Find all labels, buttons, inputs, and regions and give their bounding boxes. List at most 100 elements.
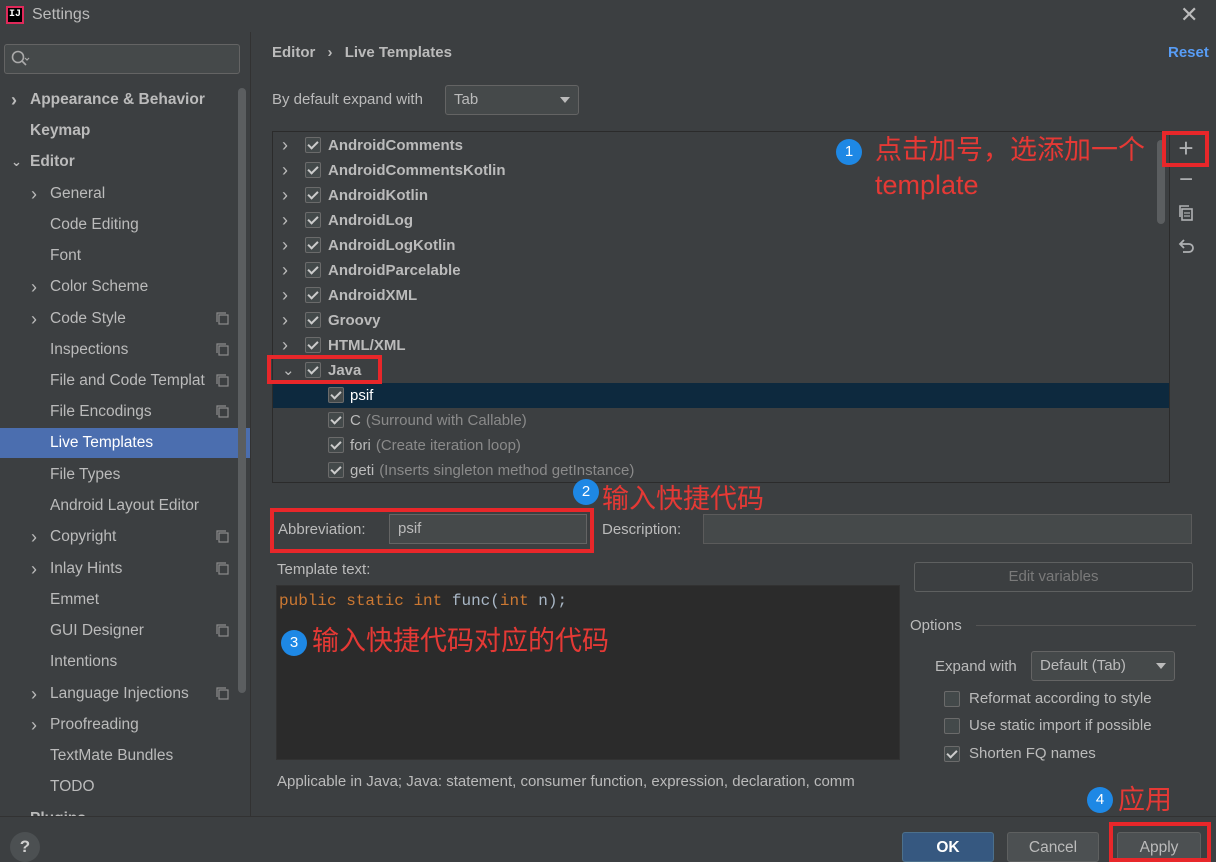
sidebar-item[interactable]: Plugins bbox=[0, 804, 236, 816]
sidebar-item-label: Proofreading bbox=[50, 716, 139, 733]
sidebar-item[interactable]: Intentions bbox=[0, 647, 236, 677]
sidebar-item[interactable]: ⌄ Editor bbox=[0, 147, 236, 177]
template-checkbox[interactable] bbox=[305, 137, 321, 153]
template-group-row[interactable]: › AndroidXML bbox=[273, 283, 1169, 308]
chevron-right-icon[interactable]: › bbox=[282, 233, 288, 258]
template-label: AndroidXML bbox=[328, 283, 417, 308]
chevron-down-icon[interactable]: ⌄ bbox=[11, 147, 22, 177]
sidebar-item[interactable]: TODO bbox=[0, 772, 236, 802]
template-checkbox[interactable] bbox=[305, 262, 321, 278]
annotation-text: template bbox=[875, 170, 979, 200]
edit-variables-button[interactable]: Edit variables bbox=[914, 562, 1193, 592]
sidebar-item-label: Copyright bbox=[50, 528, 117, 545]
chevron-right-icon[interactable]: › bbox=[282, 308, 288, 333]
template-checkbox[interactable] bbox=[305, 237, 321, 253]
breadcrumb-editor[interactable]: Editor bbox=[272, 44, 315, 61]
chevron-right-icon[interactable]: › bbox=[282, 158, 288, 183]
sidebar-item[interactable]: › Code Style bbox=[0, 304, 236, 334]
chevron-right-icon[interactable]: › bbox=[282, 208, 288, 233]
sidebar-item[interactable]: File Types bbox=[0, 460, 236, 490]
template-group-row[interactable]: › AndroidLogKotlin bbox=[273, 233, 1169, 258]
sidebar-scrollbar[interactable] bbox=[238, 88, 246, 693]
sidebar-item[interactable]: › General bbox=[0, 179, 236, 209]
template-text-editor[interactable]: public static int func(int n); bbox=[276, 585, 900, 760]
template-checkbox[interactable] bbox=[328, 437, 344, 453]
template-checkbox[interactable] bbox=[328, 462, 344, 478]
template-row[interactable]: geti (Inserts singleton method getInstanc… bbox=[273, 458, 1169, 482]
template-checkbox[interactable] bbox=[305, 312, 321, 328]
sidebar-item[interactable]: › Appearance & Behavior bbox=[0, 85, 236, 115]
template-checkbox[interactable] bbox=[305, 187, 321, 203]
chevron-right-icon[interactable]: › bbox=[31, 679, 37, 709]
sidebar-item[interactable]: › Proofreading bbox=[0, 710, 236, 740]
chevron-right-icon[interactable]: › bbox=[282, 258, 288, 283]
annotation-number: 1 bbox=[836, 139, 862, 165]
sidebar-item[interactable]: Code Editing bbox=[0, 210, 236, 240]
sidebar-item[interactable]: Live Templates bbox=[0, 428, 250, 458]
chevron-right-icon[interactable]: › bbox=[31, 304, 37, 334]
template-group-row[interactable]: ⌄ Java bbox=[273, 358, 1169, 383]
remove-template-button[interactable]: − bbox=[1171, 167, 1201, 195]
chevron-right-icon[interactable]: › bbox=[11, 85, 17, 115]
template-tree[interactable]: › AndroidComments › AndroidCommentsKotlin › A… bbox=[272, 131, 1170, 483]
expand-default-select[interactable]: Tab bbox=[445, 85, 579, 115]
template-group-row[interactable]: › AndroidLog bbox=[273, 208, 1169, 233]
template-group-row[interactable]: › HTML/XML bbox=[273, 333, 1169, 358]
chevron-right-icon[interactable]: › bbox=[31, 554, 37, 584]
project-scope-icon bbox=[216, 562, 229, 575]
description-input[interactable] bbox=[703, 514, 1192, 544]
sidebar-item[interactable]: File and Code Templat bbox=[0, 366, 236, 396]
sidebar-item[interactable]: › Language Injections bbox=[0, 679, 236, 709]
sidebar-item[interactable]: › Copyright bbox=[0, 522, 236, 552]
restore-template-button[interactable] bbox=[1171, 231, 1201, 259]
chevron-right-icon[interactable]: › bbox=[282, 133, 288, 158]
sidebar-item[interactable]: Emmet bbox=[0, 585, 236, 615]
chevron-right-icon[interactable]: › bbox=[31, 272, 37, 302]
template-checkbox[interactable] bbox=[305, 287, 321, 303]
template-label: fori (Create iteration loop) bbox=[350, 433, 521, 458]
applicable-contexts[interactable]: Applicable in Java; Java: statement, con… bbox=[277, 773, 903, 790]
template-checkbox[interactable] bbox=[328, 412, 344, 428]
template-group-row[interactable]: › AndroidParcelable bbox=[273, 258, 1169, 283]
cancel-button[interactable]: Cancel bbox=[1007, 832, 1099, 862]
template-checkbox[interactable] bbox=[305, 212, 321, 228]
static-import-checkbox[interactable] bbox=[944, 718, 960, 734]
template-row[interactable]: fori (Create iteration loop) bbox=[273, 433, 1169, 458]
template-checkbox[interactable] bbox=[328, 387, 344, 403]
template-row[interactable]: psif bbox=[273, 383, 1169, 408]
sidebar-item-label: Emmet bbox=[50, 591, 100, 608]
template-checkbox[interactable] bbox=[305, 337, 321, 353]
expand-with-select[interactable]: Default (Tab) bbox=[1031, 651, 1175, 681]
chevron-right-icon[interactable]: › bbox=[31, 179, 37, 209]
copy-template-button[interactable] bbox=[1171, 199, 1201, 227]
annotation-box-abbreviation bbox=[270, 508, 594, 553]
sidebar-item[interactable]: Keymap bbox=[0, 116, 236, 146]
template-group-row[interactable]: › AndroidKotlin bbox=[273, 183, 1169, 208]
template-name: psif bbox=[350, 387, 374, 404]
sidebar-item[interactable]: Font bbox=[0, 241, 236, 271]
sidebar-item[interactable]: › Color Scheme bbox=[0, 272, 236, 302]
template-checkbox[interactable] bbox=[305, 162, 321, 178]
search-icon bbox=[11, 50, 30, 66]
chevron-right-icon[interactable]: › bbox=[282, 283, 288, 308]
help-button[interactable]: ? bbox=[10, 832, 40, 862]
sidebar-item[interactable]: GUI Designer bbox=[0, 616, 236, 646]
reset-link[interactable]: Reset bbox=[1168, 44, 1209, 61]
template-row[interactable]: C (Surround with Callable) bbox=[273, 408, 1169, 433]
ok-button[interactable]: OK bbox=[902, 832, 994, 862]
expand-with-value: Default (Tab) bbox=[1040, 657, 1126, 674]
search-input[interactable] bbox=[4, 44, 240, 74]
reformat-checkbox[interactable] bbox=[944, 691, 960, 707]
sidebar-item[interactable]: › Inlay Hints bbox=[0, 554, 236, 584]
close-icon[interactable]: ✕ bbox=[1180, 2, 1198, 28]
shorten-fq-checkbox[interactable] bbox=[944, 746, 960, 762]
sidebar-item[interactable]: Android Layout Editor bbox=[0, 491, 236, 521]
chevron-right-icon[interactable]: › bbox=[31, 522, 37, 552]
sidebar-item[interactable]: Inspections bbox=[0, 335, 236, 365]
chevron-right-icon[interactable]: › bbox=[282, 183, 288, 208]
chevron-right-icon[interactable]: › bbox=[31, 710, 37, 740]
sidebar-item[interactable]: TextMate Bundles bbox=[0, 741, 236, 771]
template-group-row[interactable]: › Groovy bbox=[273, 308, 1169, 333]
sidebar-item[interactable]: File Encodings bbox=[0, 397, 236, 427]
window-title: Settings bbox=[32, 6, 90, 23]
